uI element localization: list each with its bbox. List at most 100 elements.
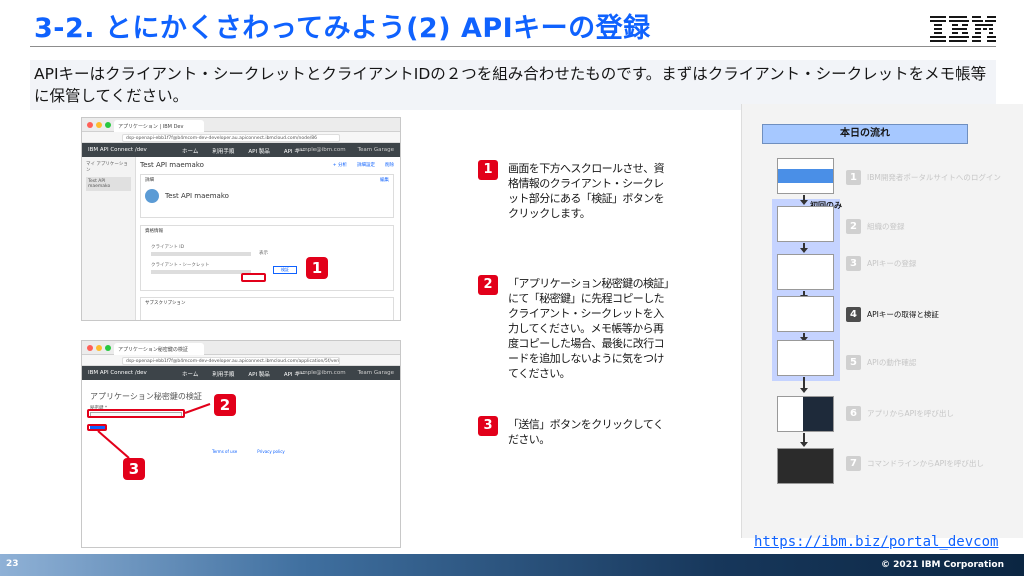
flow-arrow [800, 433, 808, 447]
flow-arrow [800, 333, 808, 342]
flow-item-number: 7 [846, 456, 861, 471]
subscription-card: サブスクリプション [140, 297, 394, 320]
flow-item-6: 6 アプリからAPIを呼び出し [846, 406, 954, 421]
client-secret-label: クライアント・シークレット [151, 263, 210, 268]
delete-link[interactable]: 削除 [385, 162, 394, 168]
app-sidebar: マイ アプリケーション Test API maemako [82, 157, 136, 320]
terms-link[interactable]: Terms of use [212, 449, 237, 454]
title-divider [30, 46, 996, 47]
flow-item-label: APIキーの登録 [867, 259, 917, 268]
highlight-submit-button [87, 424, 107, 431]
flow-arrow [800, 377, 808, 393]
portal-link[interactable]: https://ibm.biz/portal_devcom [754, 534, 998, 550]
step-text: 画面を下方へスクロールさせ、資格情報のクライアント・シークレット部分にある「検証… [508, 162, 665, 220]
account-email[interactable]: sample@ibm.com [296, 147, 345, 153]
screenshot-application-page: アプリケーション | IBM Dev dsp-openapi-ebb1f7f@b… [81, 117, 401, 321]
lead-text: APIキーはクライアント・シークレットとクライアントIDの２つを組み合わせたもの… [30, 60, 996, 110]
step-number: 1 [478, 160, 498, 180]
show-checkbox-label[interactable]: 表示 [259, 250, 268, 256]
app-brand[interactable]: IBM API Connect /dev [88, 370, 147, 376]
detail-edit-link[interactable]: 編集 [380, 177, 389, 183]
nav-api-products[interactable]: API 製品 [248, 370, 269, 378]
copyright: © 2021 IBM Corporation [881, 560, 1004, 570]
flow-item-7: 7 コマンドラインからAPIを呼び出し [846, 456, 984, 471]
flow-item-2: 2 組織の登録 [846, 219, 905, 234]
app-icon [145, 189, 159, 203]
account-org[interactable]: Team Garage [358, 147, 394, 153]
app-name: Test API maemako [165, 192, 229, 200]
address-field[interactable]: dsp-openapi-ebb1f7f@b4mcom-dev-developer… [122, 134, 340, 142]
callout-3-screenshot: 3 [123, 458, 145, 480]
highlight-verify-button [241, 273, 266, 282]
nav-guide[interactable]: 利用手順 [212, 147, 234, 155]
flow-thumb-1 [777, 158, 834, 194]
analytics-link[interactable]: + 分析 [333, 162, 347, 168]
flow-thumb-3 [777, 254, 834, 290]
flow-item-number: 6 [846, 406, 861, 421]
credentials-heading: 資格情報 [145, 229, 163, 234]
browser-tab[interactable]: アプリケーション | IBM Dev [114, 120, 204, 132]
flow-thumb-4 [777, 296, 834, 332]
app-header: IBM API Connect /dev ホーム 利用手順 API 製品 API… [82, 366, 400, 380]
step-number: 3 [478, 416, 498, 436]
browser-tab[interactable]: アプリケーション秘密鍵の検証 [114, 343, 204, 355]
flow-thumb-2 [777, 206, 834, 242]
browser-urlbar: dsp-openapi-ebb1f7f@b4mcom-dev-developer… [82, 355, 400, 366]
flow-title: 本日の流れ [762, 124, 968, 144]
address-field[interactable]: dsp-openapi-ebb1f7f@b4mcom-dev-developer… [122, 357, 340, 365]
account-org[interactable]: Team Garage [358, 370, 394, 376]
credentials-card: 資格情報 クライアント ID クライアント・シークレット 表示 検証 [140, 225, 394, 291]
browser-tabbar: アプリケーション | IBM Dev [82, 118, 400, 132]
flow-arrow [800, 243, 808, 253]
flow-item-number: 5 [846, 355, 861, 370]
callout-1-screenshot: 1 [306, 257, 328, 279]
verify-heading: アプリケーション秘密鍵の検証 [90, 392, 202, 401]
browser-tabbar: アプリケーション秘密鍵の検証 [82, 341, 400, 355]
subscription-heading: サブスクリプション [145, 301, 186, 306]
flow-item-4: 4 APIキーの取得と検証 [846, 307, 939, 322]
app-title-small: Test API maemako [140, 161, 204, 169]
flow-item-number: 4 [846, 307, 861, 322]
flow-item-number: 2 [846, 219, 861, 234]
flow-panel: 本日の流れ 初回のみ 1 IBM開発者ポータルサイトへのログイン 2 組織の登録… [741, 104, 1023, 538]
nav-home[interactable]: ホーム [182, 147, 198, 155]
screenshot-verify-page: アプリケーション秘密鍵の検証 dsp-openapi-ebb1f7f@b4mco… [81, 340, 401, 548]
step-text: 「送信」ボタンをクリックしてください。 [508, 418, 664, 446]
sidebar-item-test-app[interactable]: Test API maemako [86, 177, 131, 191]
detail-card: 詳細 編集 Test API maemako [140, 174, 394, 218]
nav-api-products[interactable]: API 製品 [248, 147, 269, 155]
flow-thumb-5 [777, 340, 834, 376]
flow-item-label: IBM開発者ポータルサイトへのログイン [867, 173, 1001, 182]
browser-urlbar: dsp-openapi-ebb1f7f@b4mcom-dev-developer… [82, 132, 400, 143]
page-number: 23 [6, 559, 19, 569]
nav-guide[interactable]: 利用手順 [212, 370, 234, 378]
flow-thumb-7 [777, 448, 834, 484]
step-text: 「アプリケーション秘密鍵の検証」にて「秘密鍵」に先程コピーしたクライアント・シー… [508, 277, 669, 380]
flow-item-1: 1 IBM開発者ポータルサイトへのログイン [846, 170, 1001, 185]
slide-title: 3-2. とにかくさわってみよう(2) APIキーの登録 [34, 13, 651, 44]
flow-item-label: 組織の登録 [867, 222, 905, 231]
flow-arrow [800, 195, 808, 205]
privacy-link[interactable]: Privacy policy [257, 449, 285, 454]
flow-item-number: 3 [846, 256, 861, 271]
nav-home[interactable]: ホーム [182, 370, 198, 378]
flow-item-label: アプリからAPIを呼び出し [867, 409, 954, 418]
callout-2-screenshot: 2 [214, 394, 236, 416]
verify-button[interactable]: 検証 [273, 266, 297, 274]
flow-thumb-6 [777, 396, 834, 432]
account-email[interactable]: sample@ibm.com [296, 370, 345, 376]
flow-item-number: 1 [846, 170, 861, 185]
highlight-secret-input [87, 409, 185, 418]
app-brand[interactable]: IBM API Connect /dev [88, 147, 147, 153]
detail-heading: 詳細 [145, 178, 154, 183]
client-id-label: クライアント ID [151, 245, 185, 250]
app-main: Test API maemako + 分析 詳細設定 削除 詳細 編集 Test… [140, 161, 394, 320]
flow-item-3: 3 APIキーの登録 [846, 256, 916, 271]
settings-link[interactable]: 詳細設定 [357, 162, 375, 168]
client-secret-field[interactable] [151, 270, 251, 274]
client-id-field[interactable] [151, 252, 251, 256]
sidebar-item-my-apps[interactable]: マイ アプリケーション [86, 161, 131, 173]
flow-item-label: APIキーの取得と検証 [867, 310, 939, 319]
slide-footer: 23 © 2021 IBM Corporation [0, 554, 1024, 576]
app-header: IBM API Connect /dev ホーム 利用手順 API 製品 API… [82, 143, 400, 157]
